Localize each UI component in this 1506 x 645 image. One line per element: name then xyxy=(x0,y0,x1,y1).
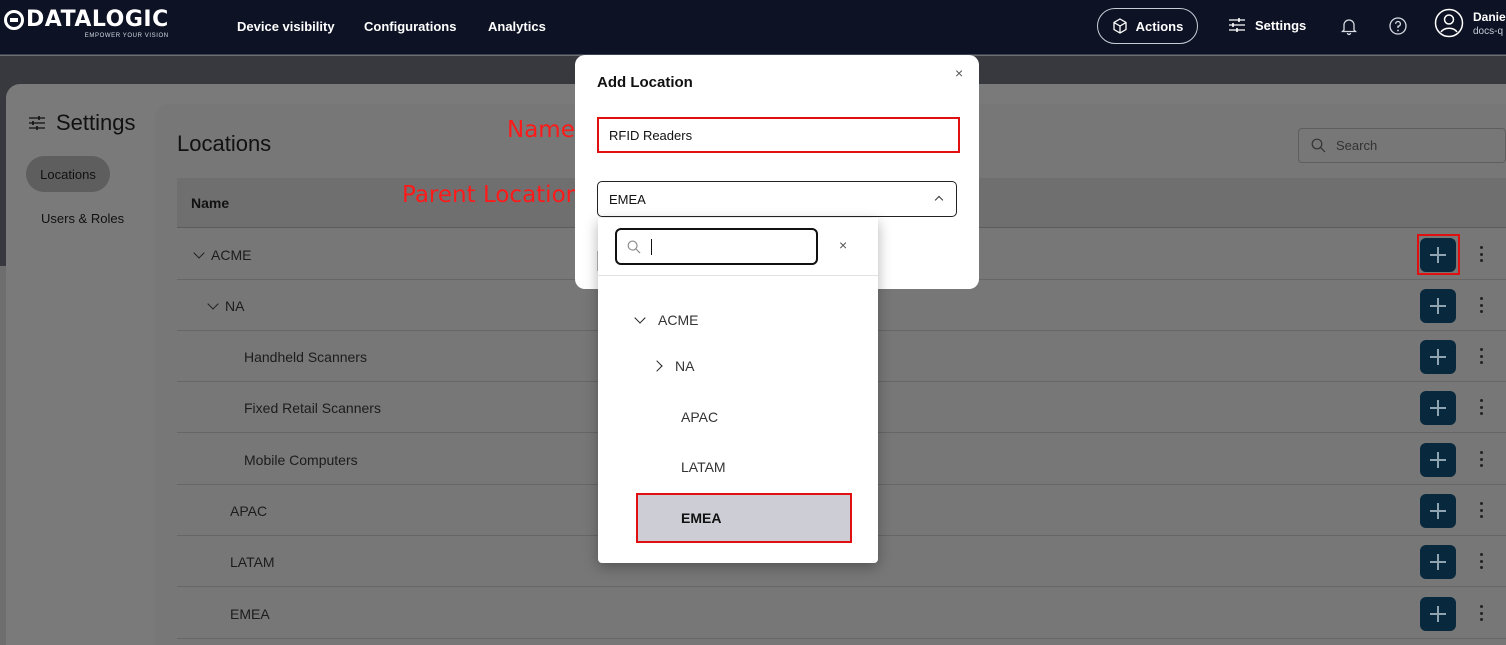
row-text: Mobile Computers xyxy=(244,452,358,468)
row-label[interactable]: Fixed Retail Scanners xyxy=(244,400,381,416)
chevron-up-icon xyxy=(934,195,944,205)
add-location-button[interactable] xyxy=(1420,597,1456,631)
row-label[interactable]: EMEA xyxy=(230,606,270,622)
option-label: ACME xyxy=(658,312,699,328)
row-text: Fixed Retail Scanners xyxy=(244,400,381,416)
row-text: Handheld Scanners xyxy=(244,349,367,365)
search-icon xyxy=(627,240,641,253)
add-location-button[interactable] xyxy=(1420,340,1456,374)
logo-tagline: EMPOWER YOUR VISION xyxy=(84,33,169,39)
column-name-header[interactable]: Name xyxy=(191,195,229,211)
more-options-icon[interactable] xyxy=(1479,605,1483,621)
row-text: EMEA xyxy=(230,606,270,622)
option-acme[interactable]: ACME xyxy=(634,312,699,328)
search-placeholder: Search xyxy=(1336,138,1378,153)
settings-title: Settings xyxy=(28,110,136,136)
dropdown-search-input[interactable] xyxy=(615,228,818,265)
row-label[interactable]: NA xyxy=(207,298,245,314)
help-icon[interactable] xyxy=(1388,16,1408,36)
annotation-parent-location: Parent Location xyxy=(402,182,581,208)
user-avatar-icon[interactable] xyxy=(1434,8,1464,38)
settings-title-text: Settings xyxy=(56,110,136,135)
page-title: Locations xyxy=(177,131,272,156)
location-name-input[interactable]: RFID Readers xyxy=(597,117,960,153)
row-text: ACME xyxy=(211,247,252,263)
row-label[interactable]: Mobile Computers xyxy=(244,452,358,468)
divider xyxy=(598,275,878,276)
sliders-icon xyxy=(29,116,45,130)
settings-nav-button[interactable]: Settings xyxy=(1228,17,1306,33)
highlight-selected-option xyxy=(636,493,852,543)
parent-location-value: EMEA xyxy=(609,191,646,207)
user-organization: docs-q xyxy=(1473,26,1504,37)
location-name-value: RFID Readers xyxy=(609,127,693,143)
more-options-icon[interactable] xyxy=(1479,502,1483,518)
more-options-icon[interactable] xyxy=(1479,297,1483,313)
more-options-icon[interactable] xyxy=(1479,399,1483,415)
search-icon xyxy=(1311,138,1326,153)
add-location-button[interactable] xyxy=(1420,391,1456,425)
actions-button[interactable]: Actions xyxy=(1097,8,1198,44)
cube-icon xyxy=(1113,18,1127,34)
row-label[interactable]: Handheld Scanners xyxy=(244,349,367,365)
search-input[interactable]: Search xyxy=(1298,128,1506,163)
logo-mark-icon xyxy=(4,10,24,30)
option-apac[interactable]: APAC xyxy=(681,409,718,425)
settings-nav-label: Settings xyxy=(1255,17,1307,33)
datalogic-logo[interactable]: DATALOGIC EMPOWER YOUR VISION xyxy=(4,8,169,39)
nav-device-visibility[interactable]: Device visibility xyxy=(237,19,335,34)
option-label: LATAM xyxy=(681,459,726,475)
nav-analytics[interactable]: Analytics xyxy=(488,19,546,34)
row-label[interactable]: ACME xyxy=(193,247,252,263)
sidebar-item-locations[interactable]: Locations xyxy=(26,156,110,192)
option-na[interactable]: NA xyxy=(651,358,695,374)
logo-text: DATALOGIC xyxy=(26,7,169,32)
chevron-down-icon[interactable] xyxy=(634,312,646,324)
row-label[interactable]: LATAM xyxy=(230,554,275,570)
table-row: EMEA xyxy=(177,588,1506,639)
annotation-name: Name xyxy=(507,117,575,143)
parent-location-select[interactable]: EMEA xyxy=(597,181,957,217)
chevron-right-icon[interactable] xyxy=(651,360,663,372)
parent-location-dropdown: × ACME NA APAC LATAM EMEA xyxy=(598,218,878,563)
option-latam[interactable]: LATAM xyxy=(681,459,726,475)
user-name: Daniel xyxy=(1473,10,1506,24)
highlight-add-button xyxy=(1417,234,1460,275)
more-options-icon[interactable] xyxy=(1479,348,1483,364)
more-options-icon[interactable] xyxy=(1479,246,1483,262)
clear-search-icon[interactable]: × xyxy=(839,237,847,253)
sidebar-item-users-roles[interactable]: Users & Roles xyxy=(41,211,124,226)
more-options-icon[interactable] xyxy=(1479,553,1483,569)
more-options-icon[interactable] xyxy=(1479,451,1483,467)
sliders-icon xyxy=(1229,18,1245,32)
add-location-button[interactable] xyxy=(1420,443,1456,477)
dialog-title: Add Location xyxy=(597,74,693,91)
top-navigation-bar: DATALOGIC EMPOWER YOUR VISION Device vis… xyxy=(0,0,1506,55)
close-icon[interactable]: × xyxy=(955,65,963,81)
row-text: APAC xyxy=(230,503,268,519)
row-label[interactable]: APAC xyxy=(230,503,267,519)
actions-label: Actions xyxy=(1135,18,1184,34)
row-text: LATAM xyxy=(230,554,275,570)
logo-wordmark: DATALOGIC xyxy=(4,8,169,32)
add-location-button[interactable] xyxy=(1420,494,1456,528)
chevron-down-icon[interactable] xyxy=(193,247,205,259)
add-location-button[interactable] xyxy=(1420,545,1456,579)
text-cursor xyxy=(651,238,652,255)
add-location-button[interactable] xyxy=(1420,289,1456,323)
chevron-down-icon[interactable] xyxy=(207,298,219,310)
option-label: NA xyxy=(675,358,695,374)
nav-configurations[interactable]: Configurations xyxy=(364,19,456,34)
row-text: NA xyxy=(225,298,245,314)
option-label: APAC xyxy=(681,409,719,425)
bell-icon[interactable] xyxy=(1339,16,1359,36)
